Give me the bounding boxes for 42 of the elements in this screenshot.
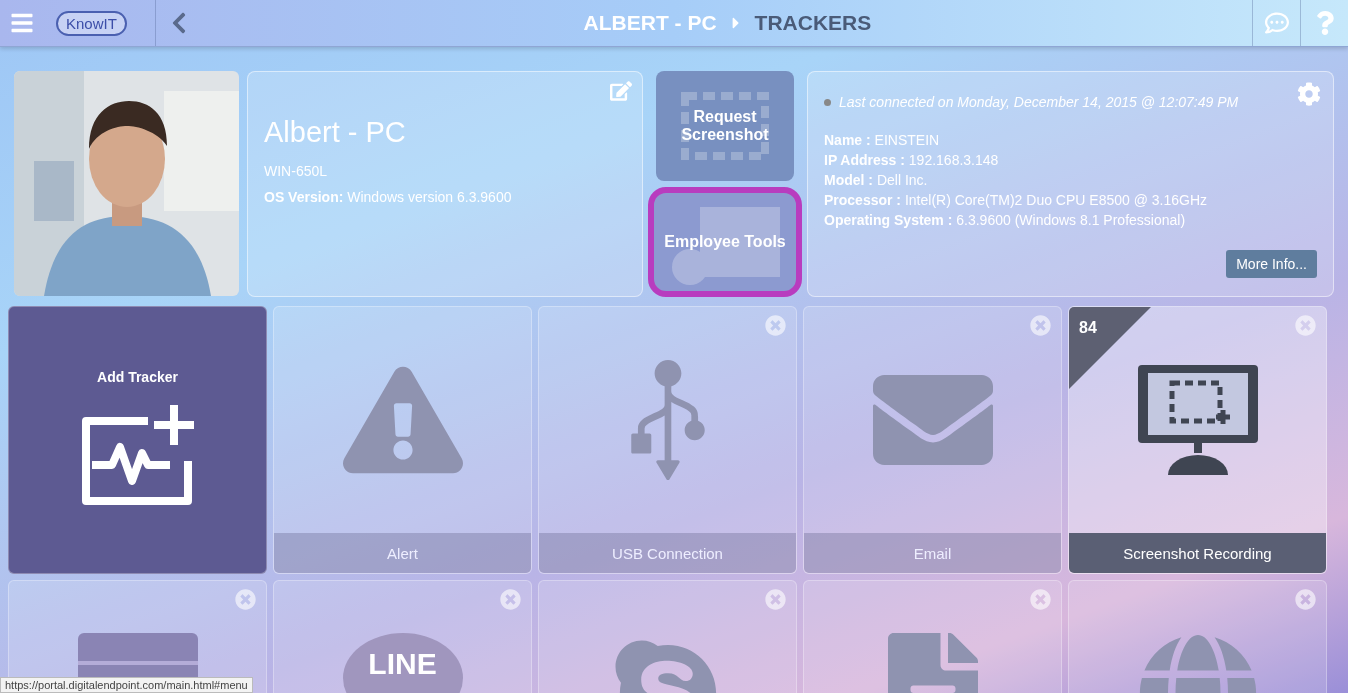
close-icon[interactable]: [500, 589, 521, 610]
device-subtitle: WIN-650L: [264, 163, 329, 179]
info-line: Processor : Intel(R) Core(TM)2 Duo CPU E8500 @ 3.16GHz: [824, 191, 1209, 210]
info-line: Name : EINSTEIN: [824, 131, 941, 150]
os-version: OS Version: Windows version 6.3.9600: [264, 189, 513, 205]
info-line: Model : Dell Inc.: [824, 171, 929, 190]
tile-title: Add Tracker: [97, 369, 178, 385]
close-icon[interactable]: [1030, 315, 1051, 336]
info-line: IP Address : 192.168.3.148: [824, 151, 1000, 170]
add-tracker-tile[interactable]: Add Tracker: [8, 306, 267, 574]
tile-label: Alert: [274, 533, 531, 573]
action-button[interactable]: Employee Tools: [648, 187, 802, 297]
last-connected-text: Last connected on Monday, December 14, 2015 @ 12:07:49 PM: [839, 94, 1239, 110]
device-title: Albert - PC: [264, 116, 407, 149]
count-label: 84: [1079, 319, 1097, 337]
close-icon[interactable]: [1295, 589, 1316, 610]
menu-icon: [10, 11, 34, 35]
status-url: https://portal.digitalendpoint.com/main.html#menu: [0, 677, 253, 693]
tracker-tile[interactable]: USB Connection: [538, 306, 797, 574]
tracker-tile[interactable]: Email: [803, 306, 1062, 574]
info-line: Operating System : 6.3.9600 (Windows 8.1 Professional): [824, 211, 1187, 230]
chat-icon: [1264, 11, 1289, 35]
action-button[interactable]: Request Screenshot: [656, 71, 794, 181]
close-icon[interactable]: [235, 589, 256, 610]
chat-bubble-icon: LINE: [342, 633, 463, 693]
tile-label: Email: [804, 533, 1061, 573]
close-icon[interactable]: [765, 589, 786, 610]
settings-icon[interactable]: [1297, 82, 1321, 106]
tile-label: USB Connection: [539, 533, 796, 573]
breadcrumb-item[interactable]: TRACKERS: [754, 11, 872, 35]
more-info-button[interactable]: More Info...: [1226, 250, 1317, 278]
close-icon[interactable]: [1030, 589, 1051, 610]
close-icon[interactable]: [1295, 315, 1316, 336]
monitor-icon: [1137, 365, 1258, 475]
tile-label: Screenshot Recording: [1069, 533, 1326, 573]
tracker-tile[interactable]: 84 Screenshot Recording: [1068, 306, 1327, 574]
breadcrumb-item[interactable]: ALBERT - PC: [583, 11, 717, 35]
close-icon[interactable]: [765, 315, 786, 336]
tracker-tile[interactable]: Alert: [273, 306, 532, 574]
tracker-tile[interactable]: LINE: [273, 580, 532, 693]
edit-icon[interactable]: [610, 80, 632, 102]
logo: KnowIT: [56, 10, 127, 36]
